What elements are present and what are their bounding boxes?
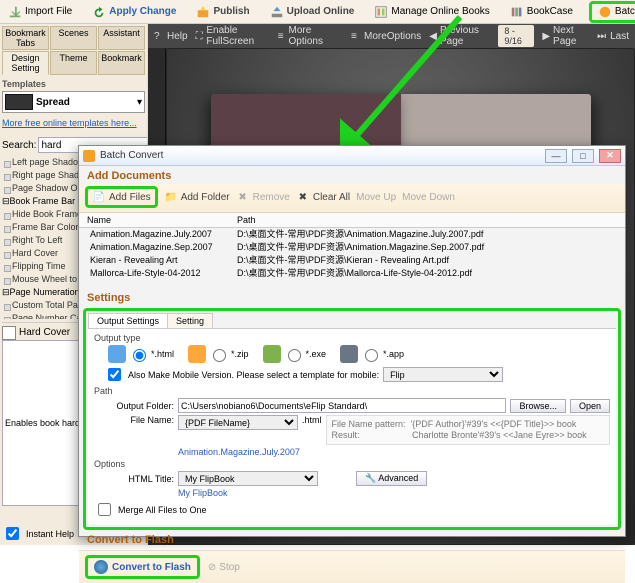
bookcase-icon [510, 5, 524, 19]
col-name-header[interactable]: Name [87, 215, 237, 225]
clear-icon: ✖ [296, 190, 310, 204]
import-file-button[interactable]: Import File [4, 4, 76, 20]
move-up-button: Move Up [356, 192, 396, 203]
file-list[interactable]: Animation.Magazine.July.2007D:\桌面文件-常用\P… [79, 228, 625, 288]
settings-section: Output Settings Setting Output type *.ht… [83, 308, 621, 530]
more-templates-link[interactable]: More free online templates here... [2, 118, 145, 128]
exe-icon [263, 345, 281, 363]
fmt-zip-radio[interactable] [213, 349, 226, 362]
stop-button: ⊘ Stop [208, 555, 240, 579]
open-button[interactable]: Open [570, 399, 610, 413]
advanced-button[interactable]: 🔧 Advanced [356, 471, 427, 486]
merge-checkbox[interactable] [98, 503, 111, 516]
table-row[interactable]: Animation.Magazine.Sep.2007D:\桌面文件-常用\PD… [87, 241, 617, 254]
minimize-button[interactable]: — [545, 149, 567, 163]
tab-assistant[interactable]: Assistant [98, 26, 145, 50]
filename-select[interactable]: {PDF FileName} [178, 415, 298, 430]
col-path-header[interactable]: Path [237, 215, 617, 225]
batch-convert-button[interactable]: Batch Convert [589, 1, 635, 23]
manage-online-button[interactable]: Manage Online Books [370, 4, 493, 20]
filename-hint: File Name pattern: '{PDF Author}'#39's <… [326, 415, 610, 445]
add-documents-section: Add Documents [79, 166, 625, 184]
path-label: Path [94, 386, 610, 396]
add-folder-icon: 📁 [164, 190, 178, 204]
output-type-label: Output type [94, 333, 610, 343]
browse-button[interactable]: Browse... [510, 399, 566, 413]
move-down-button: Move Down [402, 192, 455, 203]
manage-icon [374, 5, 388, 19]
gear-icon [94, 560, 108, 574]
publish-icon [196, 5, 210, 19]
templates-label: Templates [2, 79, 145, 89]
template-spread[interactable]: Spread▾ [2, 91, 145, 113]
mobile-checkbox[interactable] [108, 368, 121, 381]
search-label: Search: [2, 140, 36, 151]
publish-button[interactable]: Publish [192, 4, 253, 20]
more-options2-button[interactable]: ≡MoreOptions [351, 31, 421, 42]
tab-scenes[interactable]: Scenes [50, 26, 97, 50]
dialog-icon [83, 150, 95, 162]
app-icon [340, 345, 358, 363]
dialog-titlebar[interactable]: Batch Convert — □ ✕ [79, 146, 625, 166]
upload-online-button[interactable]: Upload Online [266, 4, 359, 20]
batch-icon [598, 5, 612, 19]
hardcover-swatch [2, 326, 16, 340]
tab-design-setting[interactable]: Design Setting [2, 51, 49, 75]
convert-to-flash-button[interactable]: Convert to Flash [85, 555, 200, 579]
maximize-button[interactable]: □ [572, 149, 594, 163]
batch-convert-dialog: Batch Convert — □ ✕ Add Documents 📄Add F… [78, 145, 626, 537]
table-row[interactable]: Animation.Magazine.July.2007D:\桌面文件-常用\P… [87, 228, 617, 241]
tab-bookmark[interactable]: Bookmark [98, 51, 145, 75]
html-icon [108, 345, 126, 363]
zip-icon [188, 345, 206, 363]
refresh-icon [92, 5, 106, 19]
prev-page-button[interactable]: ◀Previous Page [429, 25, 490, 47]
settings-section-header: Settings [79, 288, 625, 306]
fmt-exe-radio[interactable] [288, 349, 301, 362]
clear-all-button[interactable]: ✖Clear All [296, 190, 350, 204]
remove-icon: ✖ [236, 190, 250, 204]
table-row[interactable]: Kieran - Revealing ArtD:\桌面文件-常用\PDF资源\K… [87, 254, 617, 267]
help-button[interactable]: ?Help [154, 31, 188, 42]
close-button[interactable]: ✕ [599, 149, 621, 163]
output-folder-input[interactable] [178, 398, 506, 413]
main-toolbar: Import File Apply Change Publish Upload … [0, 0, 635, 24]
instant-help-checkbox[interactable] [6, 527, 19, 540]
tab-theme[interactable]: Theme [50, 51, 97, 75]
hardcover-label: Hard Cover [19, 327, 70, 338]
more-options-button[interactable]: ≡More Options [278, 25, 335, 47]
filename-example: Animation.Magazine.July.2007 [178, 447, 300, 457]
tab-bookmark-tabs[interactable]: Bookmark Tabs [2, 26, 49, 50]
mobile-template-select[interactable]: Flip [383, 367, 503, 382]
html-title-select[interactable]: My FlipBook [178, 471, 318, 486]
last-page-button[interactable]: ⏭Last [597, 31, 629, 42]
preview-toolbar: ?Help ⛶Enable FullScreen ≡More Options ≡… [148, 24, 635, 48]
remove-button: ✖Remove [236, 190, 290, 204]
next-page-button[interactable]: ▶Next Page [542, 25, 589, 47]
add-files-icon: 📄 [92, 190, 106, 204]
add-folder-button[interactable]: 📁Add Folder [164, 190, 230, 204]
tab-output-settings[interactable]: Output Settings [88, 313, 168, 328]
page-indicator: 8 - 9/16 [498, 25, 534, 47]
options-label: Options [94, 459, 610, 469]
table-row[interactable]: Mallorca-Life-Style-04-2012D:\桌面文件-常用\PD… [87, 267, 617, 280]
bookcase-button[interactable]: BookCase [506, 4, 577, 20]
apply-change-button[interactable]: Apply Change [88, 4, 180, 20]
fmt-html-radio[interactable] [133, 349, 146, 362]
fmt-app-radio[interactable] [365, 349, 378, 362]
upload-icon [270, 5, 284, 19]
import-icon [8, 5, 22, 19]
fullscreen-button[interactable]: ⛶Enable FullScreen [196, 25, 270, 47]
convert-flash-header: Convert to Flash [79, 532, 625, 548]
tab-setting[interactable]: Setting [167, 313, 213, 328]
add-files-button[interactable]: 📄Add Files [85, 186, 158, 208]
spread-icon [5, 94, 33, 110]
html-title-example: My FlipBook [178, 488, 228, 498]
